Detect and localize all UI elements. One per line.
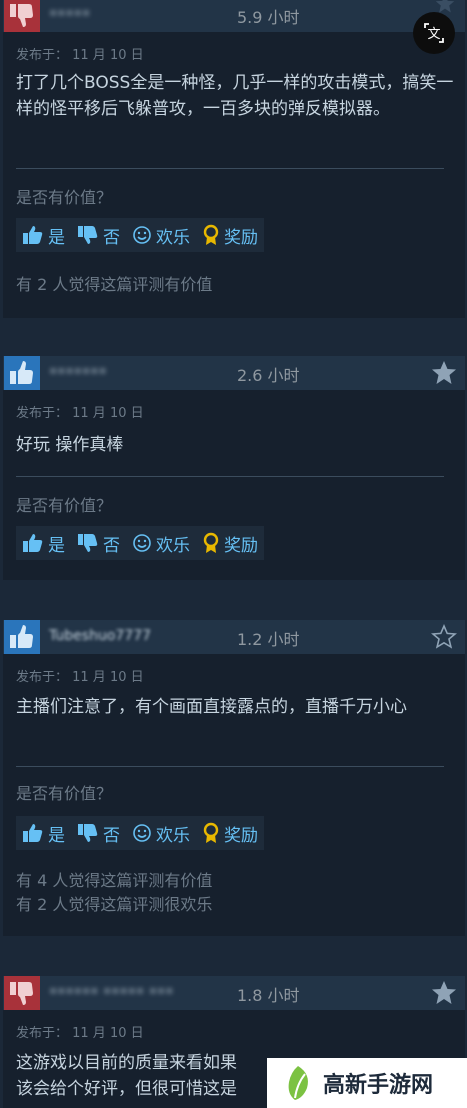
recommended-badge	[4, 356, 40, 390]
award-ribbon-icon	[203, 532, 219, 553]
vote-yes-label: 是	[48, 227, 65, 248]
vote-buttons: 是 否 欢乐 奖励	[16, 218, 264, 252]
vote-yes-label: 是	[48, 825, 65, 846]
vote-no-button[interactable]: 否	[71, 816, 126, 850]
star-icon[interactable]	[431, 624, 457, 650]
vote-funny-label: 欢乐	[156, 825, 190, 846]
thumbs-up-icon	[10, 361, 33, 384]
star-icon[interactable]	[431, 360, 457, 386]
divider	[16, 476, 444, 477]
vote-buttons: 是 否 欢乐 奖励	[16, 526, 264, 560]
vote-funny-label: 欢乐	[156, 227, 190, 248]
vote-funny-button[interactable]: 欢乐	[126, 526, 196, 560]
divider	[16, 766, 444, 767]
watermark-text: 高新手游网	[323, 1073, 434, 1098]
playtime-hours: 5.9 小时	[237, 8, 300, 27]
helpful-count: 有 2 人觉得这篇评测有价值	[16, 275, 213, 294]
vote-no-button[interactable]: 否	[71, 526, 126, 560]
funny-count: 有 2 人觉得这篇评测很欢乐	[16, 895, 213, 914]
review-header: ••••• 5.9 小时	[3, 0, 465, 32]
smiley-icon	[133, 824, 151, 842]
thumbs-up-icon	[23, 824, 43, 842]
thumbs-down-icon	[10, 4, 33, 27]
helpful-question: 是否有价值？	[16, 188, 113, 207]
review-header: Tubeshuo7777 1.2 小时	[3, 620, 465, 654]
award-button[interactable]: 奖励	[196, 816, 264, 850]
award-button[interactable]: 奖励	[196, 526, 264, 560]
review-text: 打了几个BOSS全是一种怪，几乎一样的攻击模式，搞笑一样的怪平移后飞躲普攻，一百…	[16, 73, 454, 119]
posted-date: 发布于： 11 月 10 日	[16, 48, 144, 63]
helpful-question: 是否有价值？	[16, 784, 113, 803]
thumbs-up-icon	[23, 534, 43, 552]
thumbs-down-icon	[78, 226, 98, 244]
thumbs-down-icon	[78, 824, 98, 842]
leaf-logo-icon	[288, 1066, 308, 1100]
reviewer-name[interactable]: •••••• ••••• •••	[49, 984, 174, 1000]
not-recommended-badge	[4, 976, 40, 1010]
vote-yes-button[interactable]: 是	[16, 816, 71, 850]
vote-no-label: 否	[103, 825, 120, 846]
posted-date: 发布于： 11 月 10 日	[16, 1026, 144, 1041]
vote-funny-button[interactable]: 欢乐	[126, 218, 196, 252]
review-header: ••••••• 2.6 小时	[3, 356, 465, 390]
translate-button[interactable]: 文	[413, 12, 455, 54]
award-ribbon-icon	[203, 822, 219, 843]
vote-buttons: 是 否 欢乐 奖励	[16, 816, 264, 850]
posted-date: 发布于： 11 月 10 日	[16, 670, 144, 685]
vote-funny-label: 欢乐	[156, 535, 190, 556]
star-icon[interactable]	[431, 980, 457, 1006]
review-text: 主播们注意了，有个画面直接露点的，直播千万小心	[16, 697, 407, 717]
review-text: 好玩 操作真棒	[16, 435, 124, 455]
award-label: 奖励	[224, 535, 258, 556]
review-card: ••••••• 2.6 小时 发布于： 11 月 10 日 好玩 操作真棒 是否…	[3, 356, 465, 580]
smiley-icon	[133, 534, 151, 552]
thumbs-down-icon	[10, 982, 33, 1005]
vote-yes-button[interactable]: 是	[16, 218, 71, 252]
recommended-badge	[4, 620, 40, 654]
award-label: 奖励	[224, 825, 258, 846]
reviewer-name[interactable]: •••••••	[49, 364, 107, 380]
review-card: Tubeshuo7777 1.2 小时 发布于： 11 月 10 日 主播们注意…	[3, 620, 465, 936]
playtime-hours: 1.2 小时	[237, 630, 300, 649]
thumbs-up-icon	[10, 625, 33, 648]
posted-date: 发布于： 11 月 10 日	[16, 406, 144, 421]
playtime-hours: 1.8 小时	[237, 986, 300, 1005]
reviewer-name[interactable]: Tubeshuo7777	[49, 628, 151, 644]
watermark: 高新手游网	[267, 1058, 467, 1108]
award-button[interactable]: 奖励	[196, 218, 264, 252]
vote-yes-button[interactable]: 是	[16, 526, 71, 560]
playtime-hours: 2.6 小时	[237, 366, 300, 385]
translate-glyph: 文	[427, 27, 440, 42]
review-header: •••••• ••••• ••• 1.8 小时	[3, 976, 465, 1010]
translate-icon: 文	[424, 23, 444, 43]
vote-yes-label: 是	[48, 535, 65, 556]
award-ribbon-icon	[203, 224, 219, 245]
vote-funny-button[interactable]: 欢乐	[126, 816, 196, 850]
thumbs-down-icon	[78, 534, 98, 552]
smiley-icon	[133, 226, 151, 244]
vote-no-label: 否	[103, 227, 120, 248]
vote-no-label: 否	[103, 535, 120, 556]
thumbs-up-icon	[23, 226, 43, 244]
not-recommended-badge	[4, 0, 40, 32]
vote-no-button[interactable]: 否	[71, 218, 126, 252]
divider	[16, 168, 444, 169]
helpful-count: 有 4 人觉得这篇评测有价值	[16, 871, 213, 890]
review-card: ••••• 5.9 小时 发布于： 11 月 10 日 打了几个BOSS全是一种…	[3, 0, 465, 318]
reviewer-name[interactable]: •••••	[49, 6, 90, 22]
award-label: 奖励	[224, 227, 258, 248]
helpful-question: 是否有价值？	[16, 496, 113, 515]
